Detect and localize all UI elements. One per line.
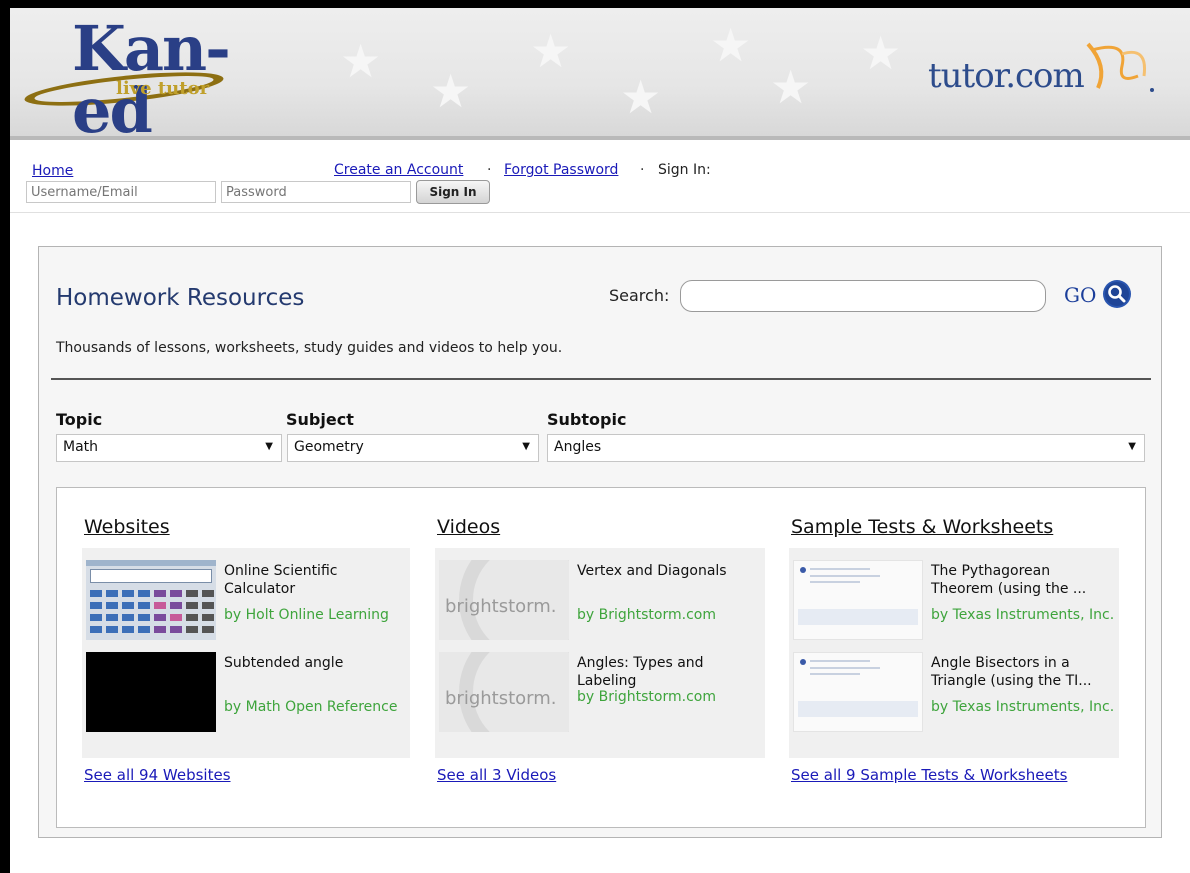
search-input[interactable] xyxy=(680,280,1046,312)
item-byline: by Holt Online Learning xyxy=(224,607,389,623)
divider xyxy=(51,378,1151,380)
video-thumbnail[interactable] xyxy=(86,652,216,732)
topic-selected-value: Math xyxy=(63,439,99,455)
tests-heading[interactable]: Sample Tests & Worksheets xyxy=(791,516,1053,538)
websites-list: Online Scientific Calculator by Holt Onl… xyxy=(82,548,410,758)
item-title[interactable]: The Pythagorean Theorem (using the ... xyxy=(931,562,1115,598)
star-decoration: ★ xyxy=(620,70,662,124)
see-all-videos-link[interactable]: See all 3 Videos xyxy=(437,766,556,784)
star-decoration: ★ xyxy=(530,24,572,78)
chevron-down-icon: ▼ xyxy=(522,441,530,452)
tests-list: The Pythagorean Theorem (using the ... b… xyxy=(789,548,1119,758)
sign-in-label: Sign In: xyxy=(658,162,711,178)
see-all-websites-link[interactable]: See all 94 Websites xyxy=(84,766,231,784)
videos-column: Videos brightstorm. Vertex and Diagonals… xyxy=(435,488,765,828)
websites-heading[interactable]: Websites xyxy=(84,516,170,538)
tests-column: Sample Tests & Worksheets The Pythagorea… xyxy=(789,488,1119,828)
item-byline: by Brightstorm.com xyxy=(577,607,716,623)
brightstorm-thumbnail[interactable]: brightstorm. xyxy=(439,652,569,732)
create-account-link[interactable]: Create an Account xyxy=(334,162,463,178)
page-title: Homework Resources xyxy=(56,285,305,311)
sign-in-button[interactable]: Sign In xyxy=(416,180,490,204)
list-item[interactable]: Online Scientific Calculator by Holt Onl… xyxy=(86,560,404,650)
subtopic-selected-value: Angles xyxy=(554,439,602,455)
star-decoration: ★ xyxy=(710,18,752,72)
password-field[interactable] xyxy=(221,181,411,203)
login-bar: Home Create an Account · Forgot Password… xyxy=(10,140,1190,213)
worksheet-thumbnail[interactable] xyxy=(793,652,923,732)
home-link[interactable]: Home xyxy=(32,163,73,179)
videos-list: brightstorm. Vertex and Diagonals by Bri… xyxy=(435,548,765,758)
topic-label: Topic xyxy=(56,410,103,429)
item-title[interactable]: Online Scientific Calculator xyxy=(224,562,408,598)
search-label: Search: xyxy=(609,286,670,305)
subtopic-label: Subtopic xyxy=(547,410,627,429)
item-byline: by Math Open Reference xyxy=(224,699,398,715)
kaned-logo-subtitle: live tutor xyxy=(116,78,210,99)
separator: · xyxy=(487,162,492,178)
subtopic-select[interactable]: Angles ▼ xyxy=(547,434,1145,462)
star-decoration: ★ xyxy=(430,64,472,118)
subject-label: Subject xyxy=(286,410,354,429)
tutor-logo[interactable]: tutor.com xyxy=(928,42,1178,118)
separator: · xyxy=(640,162,645,178)
forgot-password-link[interactable]: Forgot Password xyxy=(504,162,618,178)
list-item[interactable]: Angle Bisectors in a Triangle (using the… xyxy=(793,652,1114,742)
brightstorm-logo-text: brightstorm. xyxy=(445,596,557,617)
star-decoration: ★ xyxy=(770,60,812,114)
list-item[interactable]: brightstorm. Angles: Types and Labeling … xyxy=(439,652,757,742)
item-byline: by Texas Instruments, Inc. xyxy=(931,607,1115,623)
videos-heading[interactable]: Videos xyxy=(437,516,500,538)
see-all-tests-link[interactable]: See all 9 Sample Tests & Worksheets xyxy=(791,766,1067,784)
subject-select[interactable]: Geometry ▼ xyxy=(287,434,539,462)
item-byline: by Brightstorm.com xyxy=(577,689,716,705)
page: ★ ★ ★ ★ ★ ★ ★ Kan-ed live tutor tutor.co… xyxy=(10,8,1190,873)
tutor-logo-text: tutor.com xyxy=(928,56,1085,96)
tutor-swirl-icon xyxy=(1086,42,1154,92)
brightstorm-logo-text: brightstorm. xyxy=(445,688,557,709)
item-byline: by Texas Instruments, Inc. xyxy=(931,699,1115,715)
star-decoration: ★ xyxy=(340,34,382,88)
description: Thousands of lessons, worksheets, study … xyxy=(56,340,563,356)
calculator-thumbnail[interactable] xyxy=(86,560,216,640)
homework-resources-panel: Homework Resources Thousands of lessons,… xyxy=(38,246,1162,838)
header-banner: ★ ★ ★ ★ ★ ★ ★ Kan-ed live tutor tutor.co… xyxy=(10,8,1190,142)
star-decoration: ★ xyxy=(860,26,902,80)
username-field[interactable] xyxy=(26,181,216,203)
go-button[interactable]: GO xyxy=(1064,283,1096,307)
topic-select[interactable]: Math ▼ xyxy=(56,434,282,462)
brightstorm-thumbnail[interactable]: brightstorm. xyxy=(439,560,569,640)
results-box: Websites Online Scientific Calculator by… xyxy=(56,487,1146,828)
kaned-logo[interactable]: Kan-ed live tutor xyxy=(23,18,274,142)
chevron-down-icon: ▼ xyxy=(1128,441,1136,452)
item-title[interactable]: Subtended angle xyxy=(224,654,408,672)
websites-column: Websites Online Scientific Calculator by… xyxy=(82,488,410,828)
chevron-down-icon: ▼ xyxy=(265,441,273,452)
item-title[interactable]: Angle Bisectors in a Triangle (using the… xyxy=(931,654,1115,690)
list-item[interactable]: Subtended angle by Math Open Reference xyxy=(86,652,404,742)
worksheet-thumbnail[interactable] xyxy=(793,560,923,640)
subject-selected-value: Geometry xyxy=(294,439,364,455)
search-magnifier-icon[interactable] xyxy=(1102,279,1132,309)
item-title[interactable]: Angles: Types and Labeling xyxy=(577,654,761,690)
item-title[interactable]: Vertex and Diagonals xyxy=(577,562,761,580)
list-item[interactable]: brightstorm. Vertex and Diagonals by Bri… xyxy=(439,560,757,650)
list-item[interactable]: The Pythagorean Theorem (using the ... b… xyxy=(793,560,1114,650)
